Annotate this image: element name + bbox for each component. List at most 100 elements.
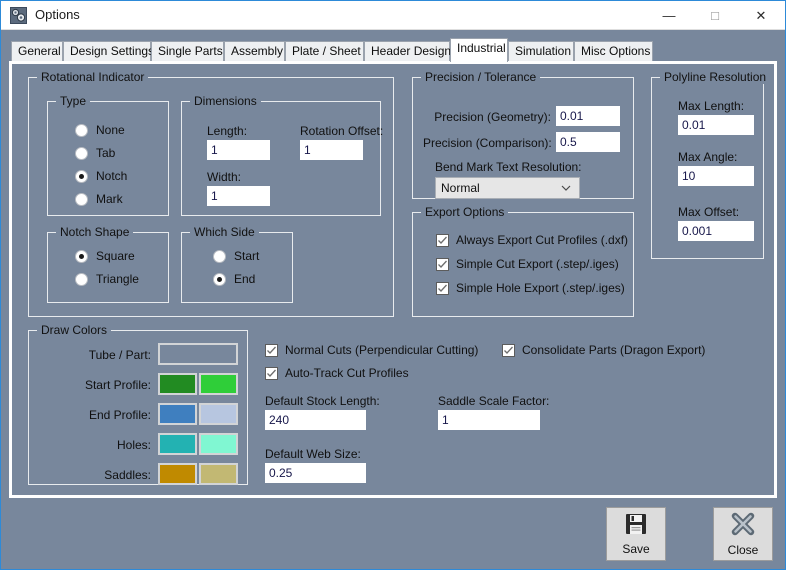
- close-button[interactable]: Close: [713, 507, 773, 561]
- radio-indicator: [75, 147, 88, 160]
- group-legend: Notch Shape: [56, 225, 134, 239]
- industrial-tab-panel: Rotational Indicator Type None Tab Notch: [9, 61, 777, 498]
- length-input[interactable]: 1: [207, 140, 270, 160]
- radio-label: Notch: [96, 169, 128, 183]
- group-legend: Which Side: [190, 225, 259, 239]
- tab-simulation[interactable]: Simulation: [508, 41, 574, 61]
- radio-label: Tab: [96, 146, 116, 160]
- save-button[interactable]: Save: [606, 507, 666, 561]
- holes-label: Holes:: [116, 438, 151, 452]
- tab-single-parts[interactable]: Single Parts: [151, 41, 224, 61]
- close-window-button[interactable]: ✕: [738, 1, 784, 29]
- tab-industrial[interactable]: Industrial: [450, 38, 508, 62]
- color-swatch-saddles-1[interactable]: [158, 463, 197, 485]
- group-export-options: Export Options Always Export Cut Profile…: [412, 205, 634, 317]
- max-offset-label: Max Offset:: [678, 205, 740, 219]
- x-mark-icon: [730, 511, 756, 540]
- radio-label: Start: [234, 249, 260, 263]
- group-rotational-indicator: Rotational Indicator Type None Tab Notch: [28, 70, 394, 317]
- tab-general[interactable]: General: [11, 41, 63, 61]
- rotation-offset-input[interactable]: 1: [300, 140, 363, 160]
- checkbox-indicator: [265, 367, 278, 380]
- tab-strip: General Design Settings Single Parts Ass…: [1, 30, 785, 62]
- close-button-label: Close: [727, 543, 759, 557]
- saddle-scale-factor-input[interactable]: 1: [438, 410, 540, 430]
- tab-design-settings[interactable]: Design Settings: [63, 41, 154, 61]
- group-type: Type None Tab Notch Mark: [47, 94, 169, 216]
- width-input[interactable]: 1: [207, 186, 270, 206]
- color-swatch-start-profile-2[interactable]: [199, 373, 238, 395]
- bend-mark-resolution-select[interactable]: Normal: [435, 177, 580, 199]
- chevron-down-icon: [561, 182, 571, 192]
- max-angle-label: Max Angle:: [678, 150, 738, 164]
- checkbox-label: Simple Hole Export (.step/.iges): [456, 281, 625, 295]
- default-stock-length-input[interactable]: 240: [265, 410, 366, 430]
- color-swatch-start-profile-1[interactable]: [158, 373, 197, 395]
- rotation-offset-label: Rotation Offset:: [300, 124, 384, 138]
- checkbox-indicator: [436, 234, 449, 247]
- group-draw-colors: Draw Colors Tube / Part: Start Profile: …: [28, 323, 248, 485]
- group-precision-tolerance: Precision / Tolerance Precision (Geometr…: [412, 70, 634, 199]
- radio-indicator: [75, 250, 88, 263]
- checkbox-indicator: [436, 282, 449, 295]
- tube-part-label: Tube / Part:: [88, 348, 151, 362]
- max-length-label: Max Length:: [678, 99, 745, 113]
- saddles-label: Saddles:: [104, 468, 151, 482]
- precision-comparison-label: Precision (Comparison):: [423, 136, 552, 150]
- group-legend: Rotational Indicator: [37, 70, 149, 84]
- default-web-size-input[interactable]: 0.25: [265, 463, 366, 483]
- max-angle-input[interactable]: 10: [678, 166, 754, 186]
- radio-label: End: [234, 272, 256, 286]
- radio-label: Mark: [96, 192, 123, 206]
- tab-assembly[interactable]: Assembly: [224, 41, 285, 61]
- window-title: Options: [35, 7, 80, 22]
- bend-mark-label: Bend Mark Text Resolution:: [435, 160, 582, 174]
- precision-geometry-input[interactable]: 0.01: [556, 106, 620, 126]
- radio-label: None: [96, 123, 125, 137]
- color-swatch-holes-2[interactable]: [199, 433, 238, 455]
- checkbox-indicator: [502, 344, 515, 357]
- maximize-button[interactable]: □: [692, 1, 738, 29]
- radio-indicator: [75, 273, 88, 286]
- start-profile-label: Start Profile:: [84, 378, 151, 392]
- radio-label: Square: [96, 249, 135, 263]
- color-swatch-end-profile-2[interactable]: [199, 403, 238, 425]
- radio-indicator: [213, 273, 226, 286]
- group-which-side: Which Side Start End: [181, 225, 293, 303]
- tab-header-design[interactable]: Header Design: [364, 41, 451, 61]
- group-legend: Type: [56, 94, 91, 108]
- tab-misc-options[interactable]: Misc Options: [574, 41, 653, 61]
- color-swatch-saddles-2[interactable]: [199, 463, 238, 485]
- group-polyline-resolution: Polyline Resolution Max Length: 0.01 Max…: [651, 70, 771, 259]
- gears-icon: [10, 7, 27, 24]
- group-legend: Dimensions: [190, 94, 261, 108]
- precision-comparison-input[interactable]: 0.5: [556, 132, 620, 152]
- radio-indicator: [75, 170, 88, 183]
- options-window: Options — □ ✕ General Design Settings Si…: [0, 0, 786, 570]
- saddle-scale-factor-label: Saddle Scale Factor:: [438, 394, 550, 408]
- checkbox-label: Auto-Track Cut Profiles: [285, 366, 409, 380]
- group-legend: Precision / Tolerance: [421, 70, 541, 84]
- max-length-input[interactable]: 0.01: [678, 115, 754, 135]
- color-swatch-end-profile-1[interactable]: [158, 403, 197, 425]
- group-legend: Export Options: [421, 205, 509, 219]
- tab-plate-sheet[interactable]: Plate / Sheet: [285, 41, 364, 61]
- radio-indicator: [75, 193, 88, 206]
- checkbox-label: Always Export Cut Profiles (.dxf): [456, 233, 629, 247]
- group-notch-shape: Notch Shape Square Triangle: [47, 225, 169, 303]
- width-label: Width:: [207, 170, 242, 184]
- default-stock-length-label: Default Stock Length:: [265, 394, 380, 408]
- checkbox-indicator: [265, 344, 278, 357]
- color-swatch-tube-part[interactable]: [158, 343, 238, 365]
- floppy-disk-icon: [624, 512, 648, 539]
- max-offset-input[interactable]: 0.001: [678, 221, 754, 241]
- checkbox-label: Simple Cut Export (.step/.iges): [456, 257, 619, 271]
- close-icon: ✕: [755, 7, 767, 23]
- color-swatch-holes-1[interactable]: [158, 433, 197, 455]
- checkbox-label: Normal Cuts (Perpendicular Cutting): [285, 343, 479, 357]
- default-web-size-label: Default Web Size:: [265, 447, 361, 461]
- precision-geometry-label: Precision (Geometry):: [434, 110, 551, 124]
- minimize-button[interactable]: —: [646, 1, 692, 29]
- maximize-icon: □: [711, 7, 719, 23]
- minimize-icon: —: [662, 7, 676, 23]
